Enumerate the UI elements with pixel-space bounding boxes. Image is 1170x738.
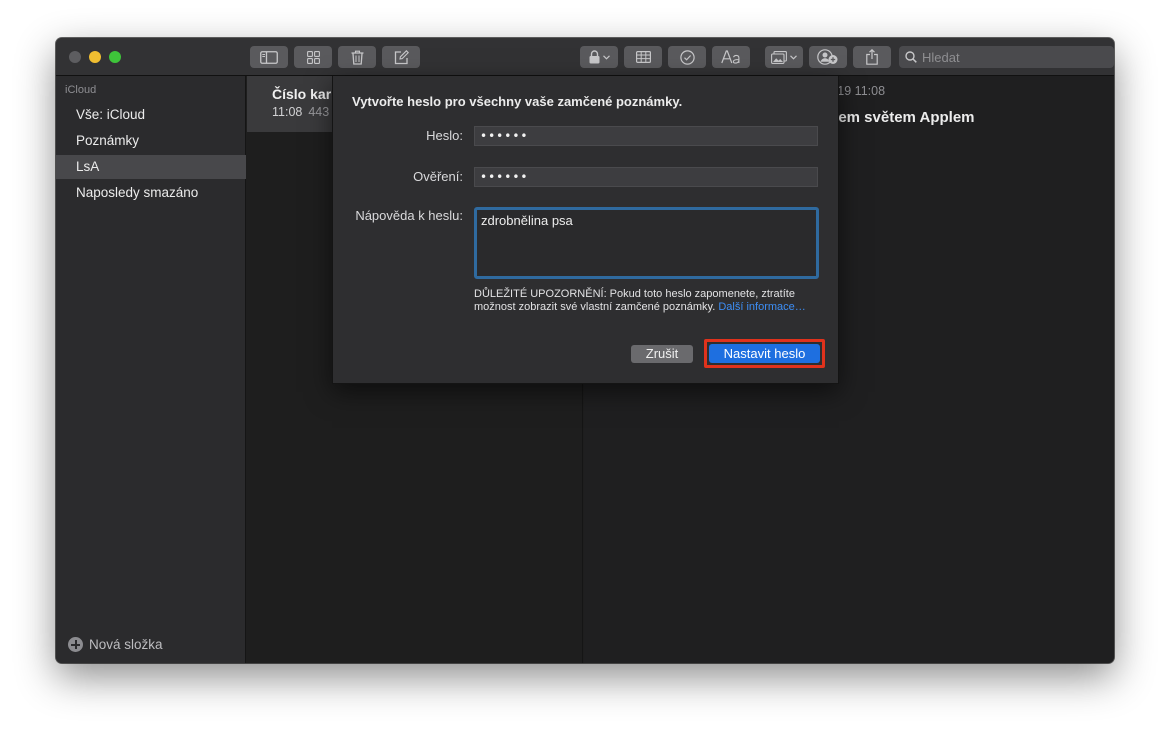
- note-preview: 443: [308, 105, 330, 119]
- chevron-down-icon: [602, 54, 610, 60]
- note-title: Číslo kar: [272, 86, 332, 102]
- add-people-icon: [817, 49, 838, 65]
- share-icon: [866, 49, 878, 65]
- add-people-button[interactable]: [809, 46, 847, 68]
- sidebar-toggle-button[interactable]: [250, 46, 288, 68]
- new-note-button[interactable]: [382, 46, 420, 68]
- toolbar: [56, 38, 1114, 76]
- plus-circle-icon: [68, 637, 83, 652]
- cancel-button[interactable]: Zrušit: [631, 345, 693, 363]
- search-icon: [905, 51, 917, 63]
- set-password-dialog: Vytvořte heslo pro všechny vaše zamčené …: [332, 76, 839, 384]
- minimize-window-button[interactable]: [89, 51, 101, 63]
- checkmark-circle-icon: [679, 49, 695, 65]
- format-button[interactable]: [712, 46, 750, 68]
- zoom-window-button[interactable]: [109, 51, 121, 63]
- grid-icon: [306, 50, 320, 64]
- sidebar-item-all-icloud[interactable]: Vše: iCloud: [56, 103, 246, 127]
- share-button[interactable]: [853, 46, 891, 68]
- note-heading: etem světem Applem: [825, 109, 975, 126]
- sidebar-item-lsa[interactable]: LsA: [56, 155, 246, 179]
- password-field[interactable]: [474, 126, 818, 146]
- text-format-icon: [721, 50, 740, 64]
- compose-icon: [394, 49, 409, 64]
- table-icon: [635, 51, 651, 63]
- chevron-down-icon: [790, 54, 797, 60]
- hint-label: Nápověda k heslu:: [355, 208, 463, 223]
- verify-password-field[interactable]: [474, 167, 818, 187]
- sidebar-section-icloud: iCloud: [65, 84, 97, 96]
- password-hint-field[interactable]: zdrobnělina psa: [474, 207, 819, 279]
- media-button[interactable]: [765, 46, 803, 68]
- table-button[interactable]: [624, 46, 662, 68]
- note-time: 11:08: [272, 105, 303, 119]
- photo-icon: [771, 50, 787, 64]
- delete-note-button[interactable]: [338, 46, 376, 68]
- more-info-link[interactable]: Další informace…: [718, 301, 805, 313]
- sidebar-item-notes[interactable]: Poznámky: [56, 129, 246, 153]
- sidebar: iCloud Vše: iCloud Poznámky LsA Naposled…: [56, 76, 246, 663]
- note-meta: 11:08 443: [272, 105, 329, 119]
- warning-text: DŮLEŽITÉ UPOZORNĚNÍ: Pokud toto heslo za…: [474, 288, 820, 314]
- lock-icon: [589, 50, 599, 64]
- checklist-button[interactable]: [668, 46, 706, 68]
- trash-icon: [351, 50, 363, 65]
- sidebar-item-recently-deleted[interactable]: Naposledy smazáno: [56, 181, 246, 205]
- search-field[interactable]: [899, 46, 1114, 68]
- lock-note-button[interactable]: [580, 46, 618, 68]
- verify-label: Ověření:: [413, 169, 463, 184]
- sidebar-icon: [260, 50, 278, 64]
- password-label: Heslo:: [426, 128, 463, 143]
- new-folder-label: Nová složka: [89, 637, 163, 652]
- highlight-frame: Nastavit heslo: [704, 339, 825, 368]
- set-password-button[interactable]: Nastavit heslo: [709, 344, 820, 363]
- gallery-view-button[interactable]: [294, 46, 332, 68]
- dialog-title: Vytvořte heslo pro všechny vaše zamčené …: [352, 94, 683, 109]
- close-window-button[interactable]: [69, 51, 81, 63]
- new-folder-button[interactable]: Nová složka: [68, 637, 163, 652]
- search-input[interactable]: [922, 49, 1102, 65]
